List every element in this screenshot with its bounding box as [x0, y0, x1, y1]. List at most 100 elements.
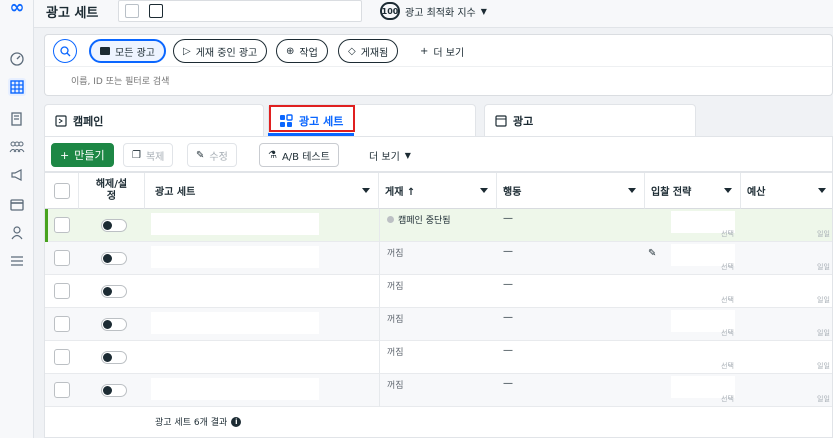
inbox-icon: ◇	[348, 45, 356, 57]
budget-sub: 일일	[817, 296, 830, 304]
page-title: 광고 세트	[46, 6, 99, 21]
ads-manager-table-icon[interactable]	[8, 78, 26, 96]
on-off-toggle[interactable]	[101, 252, 127, 265]
play-icon: ▷	[183, 45, 191, 57]
table-row[interactable]: 캠페인 중단됨 — 선택 일일	[45, 209, 832, 242]
row-checkbox[interactable]	[54, 349, 70, 365]
column-divider	[379, 275, 380, 308]
ad-set-name-cell[interactable]	[151, 312, 319, 334]
ad-icon	[495, 114, 507, 127]
tab-ads[interactable]: 광고	[484, 104, 696, 136]
ad-account-selector[interactable]	[118, 0, 362, 22]
filter-all-ads[interactable]: 모든 광고	[89, 39, 166, 63]
pencil-icon: ✎	[196, 149, 205, 161]
column-header-budget[interactable]: 예산	[741, 173, 832, 209]
on-off-toggle[interactable]	[101, 384, 127, 397]
delivery-status-text: 캠페인 중단됨	[398, 216, 451, 226]
meta-logo-icon[interactable]: ∞	[5, 0, 29, 18]
filter-published-ads[interactable]: ▷ 게재 중인 광고	[173, 39, 268, 63]
results-count: 광고 세트 6개 결과	[155, 418, 228, 428]
column-header-delivery[interactable]: 게재 ↑	[379, 173, 497, 209]
row-checkbox[interactable]	[54, 316, 70, 332]
create-button[interactable]: + 만들기	[51, 143, 114, 167]
search-button[interactable]	[53, 39, 77, 63]
tab-ad-sets[interactable]: 광고 세트	[268, 104, 476, 136]
delivery-status: 캠페인 중단됨	[387, 213, 451, 226]
tab-campaigns-label: 캠페인	[73, 114, 104, 128]
avatar-icon	[125, 4, 139, 18]
account-people-icon[interactable]	[8, 224, 26, 242]
more-label: 더 보기	[369, 151, 400, 163]
column-header-name[interactable]: 광고 세트	[145, 173, 379, 209]
row-checkbox[interactable]	[54, 250, 70, 266]
column-header-action[interactable]: 행동	[497, 173, 645, 209]
delivery-status: 꺼짐	[387, 279, 404, 292]
action-value: —	[503, 213, 513, 224]
action-value: —	[503, 279, 513, 290]
audiences-icon[interactable]	[8, 138, 26, 156]
create-label: 만들기	[74, 149, 105, 162]
column-bid-strategy-label: 입찰 전략	[651, 187, 692, 198]
table-row[interactable]: 꺼짐 — 선택 일일	[45, 308, 832, 341]
pages-icon[interactable]	[8, 110, 26, 128]
ad-set-name-cell[interactable]	[151, 378, 319, 400]
duplicate-button[interactable]: ❐ 복제	[123, 143, 174, 167]
search-input[interactable]	[71, 74, 571, 90]
delivery-status-text: 꺼짐	[387, 249, 404, 259]
ad-set-name-cell[interactable]	[151, 345, 319, 367]
row-checkbox[interactable]	[54, 382, 70, 398]
flask-icon: ⚗	[268, 149, 277, 161]
table-row[interactable]: 꺼짐 — ✎ 선택 일일	[45, 242, 832, 275]
status-dot-icon	[387, 216, 394, 223]
plus-icon: +	[420, 45, 429, 57]
on-off-toggle[interactable]	[101, 318, 127, 331]
column-header-toggle[interactable]: 해제/설정	[79, 173, 145, 209]
more-dropdown[interactable]: 더 보기 ▼	[361, 143, 419, 167]
action-value: —	[503, 378, 513, 389]
bid-strategy-sub: 선택	[721, 296, 734, 304]
view-icon	[149, 4, 163, 18]
row-checkbox[interactable]	[54, 283, 70, 299]
on-off-toggle[interactable]	[101, 351, 127, 364]
bid-strategy-sub: 선택	[721, 362, 734, 370]
folder-icon	[100, 47, 110, 55]
chevron-down-icon	[480, 188, 488, 193]
tab-campaigns[interactable]: 캠페인	[44, 104, 264, 136]
filter-delivered-label: 게재됨	[360, 47, 389, 59]
ab-test-button[interactable]: ⚗ A/B 테스트	[259, 143, 339, 167]
info-icon[interactable]: i	[231, 416, 242, 427]
chevron-down-icon: ▼	[404, 150, 411, 160]
billing-card-icon[interactable]	[8, 196, 26, 214]
ad-set-name-cell[interactable]	[151, 279, 319, 301]
pencil-icon[interactable]: ✎	[648, 248, 656, 259]
select-all-checkbox[interactable]	[54, 183, 70, 199]
row-checkbox[interactable]	[54, 217, 70, 233]
filter-more[interactable]: + 더 보기	[411, 39, 474, 63]
ad-set-name-cell[interactable]	[151, 213, 319, 235]
upload-icon: ⊕	[286, 45, 295, 57]
dashboard-icon[interactable]	[8, 50, 26, 68]
highlight-box	[269, 105, 355, 132]
optimization-score[interactable]: 100 광고 최적화 지수 ▼	[380, 2, 487, 20]
column-toggle-label: 해제/설정	[95, 178, 128, 202]
tab-ads-label: 광고	[513, 114, 534, 128]
bid-strategy-sub: 선택	[721, 395, 734, 403]
on-off-toggle[interactable]	[101, 219, 127, 232]
column-header-bid-strategy[interactable]: 입찰 전략	[645, 173, 741, 209]
column-divider	[379, 341, 380, 374]
delivery-status-text: 꺼짐	[387, 348, 404, 358]
bid-strategy-sub: 선택	[721, 329, 734, 337]
on-off-toggle[interactable]	[101, 285, 127, 298]
filter-delivered[interactable]: ◇ 게재됨	[338, 39, 399, 63]
megaphone-icon[interactable]	[8, 166, 26, 184]
budget-sub: 일일	[817, 230, 830, 238]
delivery-status: 꺼짐	[387, 378, 404, 391]
table-row[interactable]: 꺼짐 — 선택 일일	[45, 374, 832, 407]
table-row[interactable]: 꺼짐 — 선택 일일	[45, 341, 832, 374]
menu-hamburger-icon[interactable]	[8, 252, 26, 270]
filter-actions[interactable]: ⊕ 작업	[276, 39, 328, 63]
edit-button[interactable]: ✎ 수정	[187, 143, 237, 167]
edit-label: 수정	[209, 151, 228, 163]
ad-set-name-cell[interactable]	[151, 246, 319, 268]
table-row[interactable]: 꺼짐 — 선택 일일	[45, 275, 832, 308]
